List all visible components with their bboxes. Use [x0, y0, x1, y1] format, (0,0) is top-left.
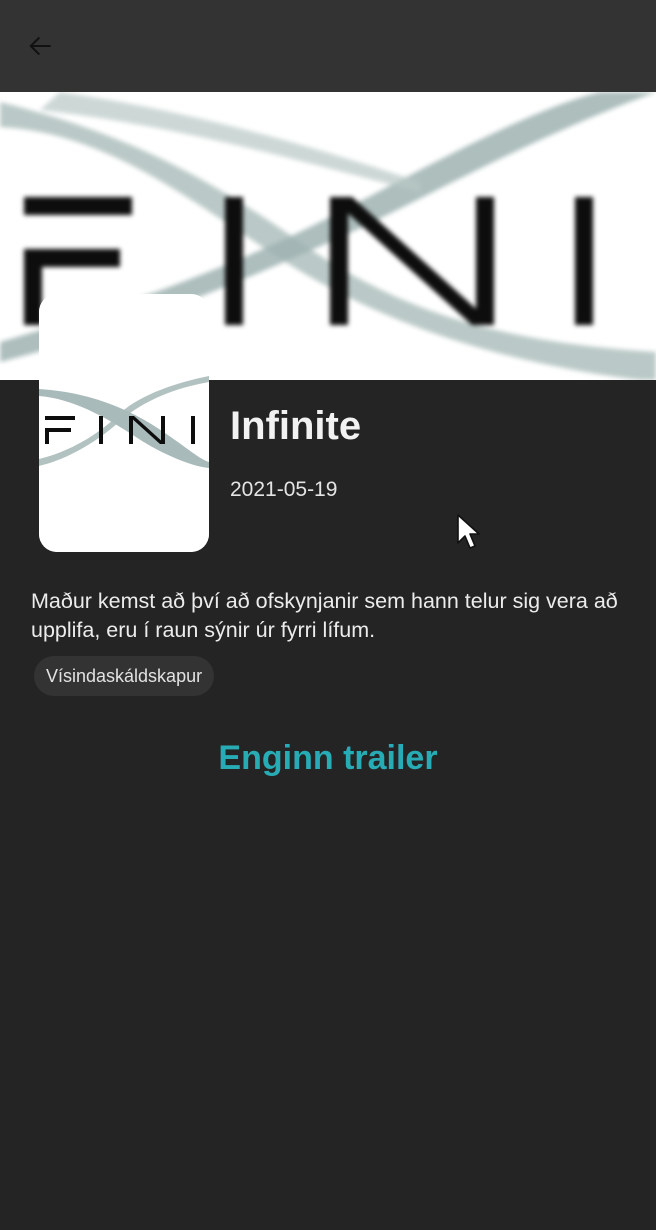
no-trailer-label: Enginn trailer: [218, 739, 438, 777]
arrow-left-icon: [29, 36, 51, 56]
back-button[interactable]: [14, 20, 66, 72]
poster-logo-art: [39, 294, 209, 552]
movie-poster[interactable]: [39, 294, 209, 552]
release-date: 2021-05-19: [230, 478, 338, 501]
movie-title: Infinite: [230, 404, 362, 448]
mouse-cursor-icon: [457, 514, 480, 549]
app-bar: [0, 0, 656, 92]
genre-chip[interactable]: Vísindaskáldskapur: [34, 656, 215, 696]
movie-overview: Maður kemst að því að ofskynjanir sem ha…: [31, 589, 618, 642]
